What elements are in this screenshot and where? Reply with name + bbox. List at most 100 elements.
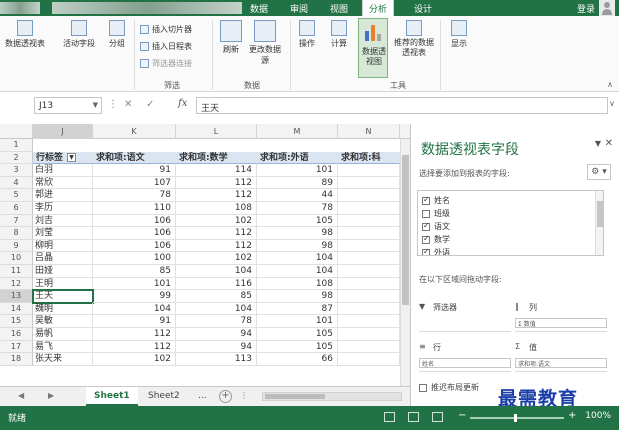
scrollbar-thumb[interactable]	[597, 201, 603, 227]
values-zone[interactable]: Σ 值 求和项:语文	[515, 336, 607, 372]
value-cell[interactable]: 98	[257, 290, 338, 303]
tab-review[interactable]: 审阅	[290, 2, 308, 15]
row-header[interactable]: 14	[0, 302, 33, 316]
value-cell[interactable]: 99	[93, 290, 176, 303]
row-label-cell[interactable]: 易帆	[33, 328, 93, 341]
value-cell[interactable]	[338, 252, 400, 265]
value-cell[interactable]	[338, 239, 400, 253]
row-label-cell[interactable]: 王天	[32, 289, 94, 304]
row-header[interactable]: 9	[0, 239, 33, 253]
value-cell[interactable]: 98	[257, 239, 338, 253]
value-cell[interactable]: 107	[93, 176, 176, 190]
column-header-j[interactable]: J	[33, 124, 93, 139]
row-header[interactable]: 15	[0, 315, 33, 328]
value-cell[interactable]: 112	[176, 227, 257, 240]
checkbox[interactable]	[422, 195, 430, 205]
value-cell[interactable]: 100	[93, 252, 176, 265]
pivottable-button[interactable]: 数据透视表	[4, 20, 46, 49]
value-cell[interactable]: 106	[93, 227, 176, 240]
value-cell[interactable]: 101	[93, 277, 176, 291]
value-cell[interactable]: 91	[93, 315, 176, 328]
pivot-header-cell[interactable]: 求和项:科	[338, 151, 400, 165]
pivot-header-cell[interactable]: 求和项:外语	[257, 151, 338, 165]
value-cell[interactable]: 108	[176, 202, 257, 215]
close-icon[interactable]: ✕	[605, 138, 613, 149]
field-item-english[interactable]: 外语	[422, 247, 450, 255]
row-header[interactable]: 7	[0, 214, 33, 228]
value-cell[interactable]: 85	[176, 290, 257, 303]
checkbox[interactable]	[422, 247, 430, 255]
row-label-cell[interactable]: 吕晶	[33, 252, 93, 265]
value-cell[interactable]: 104	[257, 252, 338, 265]
name-box[interactable]: J13 ▼	[34, 97, 102, 114]
value-cell[interactable]	[338, 202, 400, 215]
value-cell[interactable]: 116	[176, 277, 257, 291]
value-cell[interactable]	[338, 302, 400, 316]
columns-zone[interactable]: ‖ 列 Σ 数值	[515, 296, 607, 332]
value-cell[interactable]: 85	[93, 265, 176, 278]
value-cell[interactable]: 112	[176, 176, 257, 190]
chevron-down-icon[interactable]: ▼	[93, 101, 98, 109]
refresh-button[interactable]: 刷新	[218, 20, 244, 55]
row-header[interactable]: 5	[0, 189, 33, 202]
value-cell[interactable]: 104	[93, 302, 176, 316]
next-sheet-icon[interactable]: ▶	[48, 391, 54, 400]
tab-data[interactable]: 数据	[250, 2, 268, 15]
filters-zone[interactable]: ▼ 筛选器	[419, 296, 511, 332]
row-label-cell[interactable]: 张天来	[33, 353, 93, 366]
value-cell[interactable]: 101	[257, 164, 338, 177]
value-cell[interactable]	[338, 189, 400, 202]
row-header[interactable]: 17	[0, 340, 33, 354]
value-cell[interactable]	[338, 176, 400, 190]
value-cell[interactable]: 66	[257, 353, 338, 366]
pivot-header-cell[interactable]: 行标签 ▼	[33, 151, 93, 165]
row-label-cell[interactable]: 王明	[33, 277, 93, 291]
value-cell[interactable]: 104	[176, 265, 257, 278]
horizontal-scrollbar[interactable]	[262, 392, 402, 401]
tab-analyze[interactable]: 分析	[362, 0, 395, 16]
show-button[interactable]: 显示	[446, 20, 472, 49]
value-cell[interactable]: 44	[257, 189, 338, 202]
pivotchart-button[interactable]: 数据透视图	[358, 18, 388, 78]
value-cell[interactable]	[338, 315, 400, 328]
value-cell[interactable]: 105	[257, 214, 338, 228]
login-link[interactable]: 登录	[577, 2, 595, 15]
user-avatar-icon[interactable]	[599, 0, 615, 16]
row-header[interactable]: 3	[0, 164, 33, 177]
scrollbar-thumb[interactable]	[265, 394, 325, 399]
row-label-cell[interactable]: 常欣	[33, 176, 93, 190]
value-cell[interactable]: 108	[257, 277, 338, 291]
insert-slicer-button[interactable]: 插入切片器	[140, 24, 192, 35]
value-cell[interactable]: 112	[93, 328, 176, 341]
row-header[interactable]: 8	[0, 227, 33, 240]
row-header[interactable]: 12	[0, 277, 33, 291]
value-cell[interactable]: 89	[257, 176, 338, 190]
row-header[interactable]: 10	[0, 252, 33, 265]
value-cell[interactable]	[338, 164, 400, 177]
value-cell[interactable]	[338, 340, 400, 354]
row-header[interactable]: 2	[0, 151, 33, 165]
value-cell[interactable]	[338, 265, 400, 278]
page-layout-icon[interactable]	[408, 412, 419, 422]
value-cell[interactable]: 113	[176, 353, 257, 366]
value-cell[interactable]: 105	[257, 340, 338, 354]
value-cell[interactable]: 112	[93, 340, 176, 354]
row-label-cell[interactable]: 刘吉	[33, 214, 93, 228]
zoom-slider[interactable]	[470, 414, 564, 422]
more-sheets[interactable]: ...	[190, 387, 215, 406]
tab-design[interactable]: 设计	[414, 2, 432, 15]
page-break-icon[interactable]	[432, 412, 443, 422]
rows-zone[interactable]: ≡ 行 姓名	[419, 336, 511, 372]
row-label-cell[interactable]: 李历	[33, 202, 93, 215]
group-button[interactable]: 分组	[104, 20, 130, 49]
actions-button[interactable]: 操作	[294, 20, 320, 49]
field-list-scrollbar[interactable]	[595, 191, 603, 255]
value-cell[interactable]: 106	[93, 214, 176, 228]
pivot-header-cell[interactable]: 求和项:语文	[93, 151, 176, 165]
value-cell[interactable]: 110	[93, 202, 176, 215]
row-header[interactable]: 13	[0, 290, 33, 303]
value-cell[interactable]: 94	[176, 328, 257, 341]
checkbox[interactable]	[422, 234, 430, 244]
value-cell[interactable]	[338, 328, 400, 341]
row-label-cell[interactable]: 柳明	[33, 239, 93, 253]
